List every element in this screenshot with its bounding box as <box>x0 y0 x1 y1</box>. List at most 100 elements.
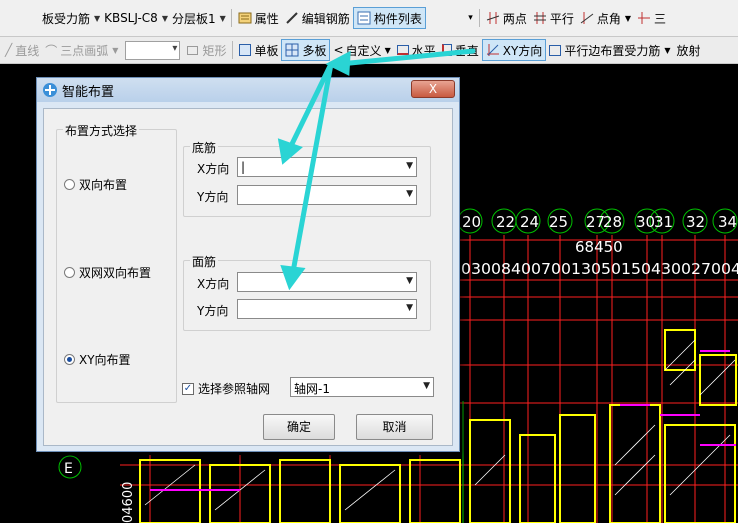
component-list-label: 构件列表 <box>373 11 422 26</box>
ref-axis-checkbox[interactable]: ✓ 选择参照轴网 <box>182 380 270 397</box>
chevron-down-icon: ▼ <box>406 189 413 199</box>
radio-double-net[interactable]: 双网双向布置 <box>64 264 151 281</box>
axis-number: 31 <box>654 213 673 231</box>
more-overflow-button[interactable]: ▾ <box>426 7 476 29</box>
layer-value: 分层板1 <box>171 11 216 26</box>
radio-dot <box>64 179 75 190</box>
radio-xy[interactable]: XY向布置 <box>64 351 131 368</box>
top-y-select[interactable]: ▼ <box>237 299 417 319</box>
chevron-down-icon: ▼ <box>219 13 226 23</box>
chevron-down-icon: ▼ <box>406 303 413 313</box>
ref-axis-label: 选择参照轴网 <box>198 382 271 396</box>
two-points-label: 两点 <box>502 11 527 26</box>
radial-button[interactable]: 放射 <box>673 39 703 61</box>
checkmark-icon: ✓ <box>182 382 194 395</box>
two-points-button[interactable]: 两点 <box>483 7 530 29</box>
arc-label: 三点画弧 <box>60 43 109 58</box>
chevron-down-icon: ▼ <box>94 13 101 23</box>
axis-number: 32 <box>686 213 705 231</box>
component-name-value: KBSLJ-C8 <box>104 11 158 25</box>
edit-rebar-label: 编辑钢筋 <box>301 11 350 26</box>
parallel-edge-button[interactable]: 平行边布置受力筋 ▼ <box>546 39 673 61</box>
chevron-down-icon: ▼ <box>624 13 632 23</box>
custom-button[interactable]: < 自定义 ▼ <box>330 39 393 61</box>
component-name-select[interactable]: KBSLJ-C8 ▼ <box>102 8 170 28</box>
single-slab-label: 单板 <box>254 43 279 58</box>
dimension-row: 00300840070013050150430027004 <box>451 260 738 278</box>
rebar-type-value: 板受力筋 <box>42 11 91 26</box>
three-point-button[interactable]: 三 <box>634 7 669 29</box>
layout-mode-group: 布置方式选择 双向布置 双网双向布置 XY向布置 <box>56 122 177 403</box>
point-angle-button[interactable]: 点角 ▼ <box>577 7 634 29</box>
point-angle-icon <box>580 12 594 24</box>
chevron-down-icon: ▼ <box>664 45 671 55</box>
rebar-type-select[interactable]: 板受力筋 ▼ <box>40 8 102 28</box>
vertical-label: 垂直 <box>454 43 479 58</box>
axis-number: 34 <box>718 213 737 231</box>
three-point-icon <box>638 12 651 24</box>
radio-bidirectional[interactable]: 双向布置 <box>64 176 127 193</box>
ref-axis-value: 轴网-1 <box>294 382 330 396</box>
horizontal-icon <box>396 45 409 55</box>
rect-icon <box>187 45 199 55</box>
multi-slab-label: 多板 <box>302 43 327 58</box>
overflow-icon: ▾ <box>468 13 473 23</box>
radial-label: 放射 <box>676 43 701 58</box>
chevron-down-icon: ▼ <box>423 381 430 391</box>
draw-mode-select[interactable] <box>125 40 181 60</box>
chevron-down-icon: ▼ <box>406 161 413 171</box>
component-list-button[interactable]: 构件列表 <box>352 7 426 29</box>
edit-rebar-button[interactable]: 编辑钢筋 <box>282 7 353 29</box>
line-label: 直线 <box>15 43 40 58</box>
axis-label-e: E <box>64 461 73 477</box>
parallel-icon <box>533 12 546 24</box>
properties-button[interactable]: 属性 <box>235 7 282 29</box>
vertical-button[interactable]: 垂直 <box>439 39 482 61</box>
single-slab-button[interactable]: 单板 <box>236 39 281 61</box>
bottom-x-value: | <box>241 160 246 174</box>
bottom-y-select[interactable]: ▼ <box>237 185 417 205</box>
radio-bidirectional-label: 双向布置 <box>79 178 128 192</box>
ok-button[interactable]: 确定 <box>263 414 335 440</box>
xy-direction-label: XY方向 <box>502 43 543 58</box>
list-icon <box>357 11 371 25</box>
chevron-down-icon: ▼ <box>161 13 168 23</box>
axis-number: 30 <box>636 213 655 231</box>
bottom-x-label: X方向 <box>197 162 230 176</box>
app-logo-icon <box>43 83 57 97</box>
chevron-down-icon: ▼ <box>384 45 391 55</box>
bottom-rebar-group: 底筋 X方向 | ▼ Y方向 ▼ <box>183 139 431 217</box>
close-button[interactable]: X <box>411 80 455 98</box>
radio-double-net-label: 双网双向布置 <box>79 266 152 280</box>
axis-number: 28 <box>603 213 622 231</box>
multi-slab-button[interactable]: 多板 <box>281 39 331 61</box>
horizontal-button[interactable]: 水平 <box>394 39 439 61</box>
parallel-edge-icon <box>549 44 562 56</box>
dialog-titlebar[interactable]: 智能布置 X <box>37 78 459 102</box>
top-x-label: X方向 <box>197 277 230 291</box>
bottom-x-select[interactable]: | ▼ <box>237 157 417 177</box>
line-button[interactable]: ╱ 直线 <box>2 39 42 61</box>
single-slab-icon <box>239 44 252 56</box>
three-point-label: 三 <box>654 11 667 26</box>
properties-icon <box>238 12 252 24</box>
pencil-icon <box>286 12 298 24</box>
arc-button[interactable]: ⌒ 三点画弧 ▼ <box>42 39 121 61</box>
cancel-button[interactable]: 取消 <box>356 414 433 440</box>
xy-direction-button[interactable]: XY方向 <box>481 39 547 61</box>
smart-layout-dialog: 智能布置 X 布置方式选择 双向布置 双网双向布置 XY向布置 底筋 X方向 |… <box>36 77 460 452</box>
ref-axis-select[interactable]: 轴网-1 ▼ <box>290 377 434 397</box>
layout-mode-group-label: 布置方式选择 <box>63 122 140 139</box>
axis-number: 24 <box>520 213 539 231</box>
toolbar-divider <box>478 9 480 27</box>
axis-number: 22 <box>496 213 515 231</box>
rect-label: 矩形 <box>202 43 227 58</box>
parallel-button[interactable]: 平行 <box>530 7 577 29</box>
top-x-select[interactable]: ▼ <box>237 272 417 292</box>
close-icon: X <box>428 82 438 96</box>
rect-button[interactable]: 矩形 <box>184 39 229 61</box>
axis-number: 25 <box>549 213 568 231</box>
radio-xy-label: XY向布置 <box>79 353 131 367</box>
layer-select[interactable]: 分层板1 ▼ <box>170 8 228 28</box>
chevron-down-icon: ▼ <box>112 45 119 55</box>
